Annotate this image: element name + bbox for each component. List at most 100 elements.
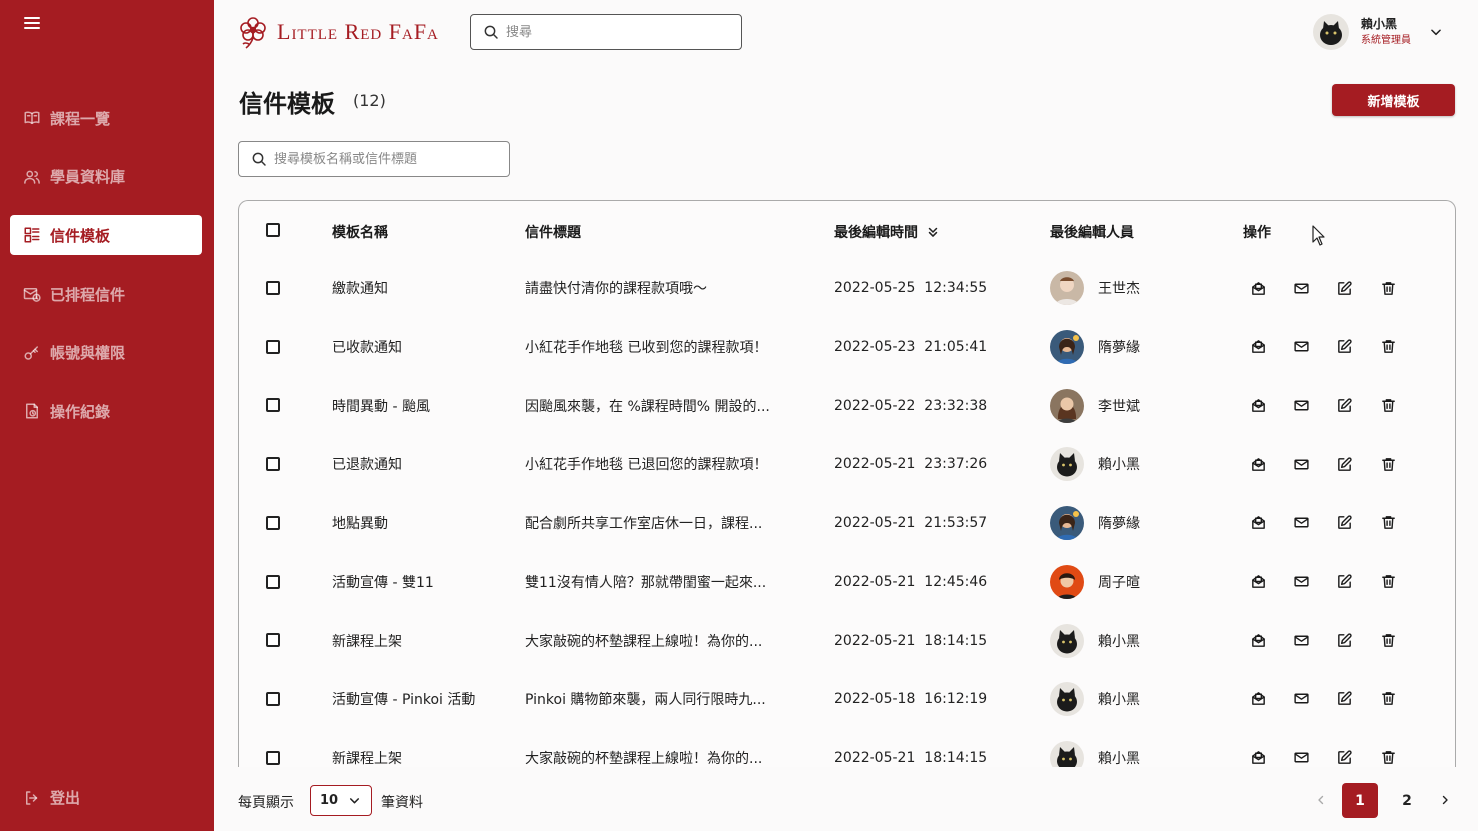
preview-mail-button[interactable]	[1247, 277, 1269, 299]
mail-subject: Pinkoi 購物節來襲，兩人同行限時九...	[525, 692, 766, 709]
editor-name: 賴小黑	[1098, 750, 1140, 767]
table-row[interactable]: 繳款通知 請盡快付清你的課程款項哦～ 2022-05-25 12:34:55 王世杰	[239, 259, 1455, 318]
edited-date: 2022-05-23	[834, 339, 916, 356]
edit-button[interactable]	[1333, 629, 1355, 651]
last-editor: 周子暄	[1050, 553, 1140, 612]
per-page-label: 每頁顯示	[238, 795, 294, 811]
template-name[interactable]: 繳款通知	[332, 259, 388, 318]
preview-mail-button[interactable]	[1247, 394, 1269, 416]
send-mail-button[interactable]	[1290, 629, 1312, 651]
template-name[interactable]: 已收款通知	[332, 318, 402, 377]
trash-button[interactable]	[1377, 629, 1399, 651]
template-name[interactable]: 地點異動	[332, 494, 388, 553]
preview-mail-button[interactable]	[1247, 453, 1269, 475]
edit-button[interactable]	[1333, 336, 1355, 358]
trash-button[interactable]	[1377, 747, 1399, 767]
trash-button[interactable]	[1377, 688, 1399, 710]
preview-mail-button[interactable]	[1247, 571, 1269, 593]
global-search-input[interactable]	[506, 24, 716, 40]
add-template-button[interactable]: 新增模板	[1332, 84, 1455, 116]
last-edited-time: 2022-05-18 16:12:19	[834, 670, 987, 729]
sidebar-item-book[interactable]: 課程一覽	[10, 98, 202, 138]
row-checkbox[interactable]	[266, 750, 280, 765]
page-button-1[interactable]: 1	[1342, 783, 1378, 818]
send-mail-button[interactable]	[1290, 571, 1312, 593]
chevron-down-icon[interactable]	[1429, 25, 1443, 39]
trash-button[interactable]	[1377, 453, 1399, 475]
per-page-select[interactable]: 10	[310, 785, 372, 816]
page-button-2[interactable]: 2	[1389, 783, 1425, 818]
edit-button[interactable]	[1333, 394, 1355, 416]
avatar	[1050, 623, 1084, 658]
send-mail-button[interactable]	[1290, 688, 1312, 710]
send-mail-button[interactable]	[1290, 277, 1312, 299]
column-header-actions: 操作	[1243, 225, 1271, 241]
template-name[interactable]: 新課程上架	[332, 729, 402, 767]
row-checkbox[interactable]	[266, 691, 280, 706]
global-search[interactable]	[470, 14, 742, 50]
trash-button[interactable]	[1377, 571, 1399, 593]
table-row[interactable]: 活動宣傳 - Pinkoi 活動 Pinkoi 購物節來襲，兩人同行限時九... 2…	[239, 670, 1455, 729]
send-mail-button[interactable]	[1290, 512, 1312, 534]
row-checkbox[interactable]	[266, 633, 280, 648]
preview-mail-button[interactable]	[1247, 512, 1269, 534]
template-name[interactable]: 新課程上架	[332, 611, 402, 670]
preview-mail-button[interactable]	[1247, 688, 1269, 710]
sidebar-item-users[interactable]: 學員資料庫	[10, 157, 202, 197]
prev-page-button[interactable]	[1312, 789, 1330, 811]
logout-button[interactable]: 登出	[23, 787, 80, 808]
row-checkbox[interactable]	[266, 281, 280, 295]
send-mail-icon	[1293, 752, 1309, 763]
row-checkbox[interactable]	[266, 398, 280, 413]
sort-descending-icon[interactable]	[926, 225, 940, 239]
edit-button[interactable]	[1333, 512, 1355, 534]
template-name[interactable]: 時間異動 - 颱風	[332, 376, 430, 435]
send-mail-icon	[1293, 341, 1309, 352]
trash-button[interactable]	[1377, 512, 1399, 534]
row-checkbox[interactable]	[266, 339, 280, 354]
sidebar-item-template[interactable]: 信件模板	[10, 215, 202, 256]
preview-mail-button[interactable]	[1247, 336, 1269, 358]
trash-button[interactable]	[1377, 394, 1399, 416]
mail-subject: 大家敲碗的杯墊課程上線啦！為你的...	[525, 750, 763, 767]
trash-button[interactable]	[1377, 336, 1399, 358]
table-row[interactable]: 已收款通知 小紅花手作地毯 已收到您的課程款項！ 2022-05-23 21:05:…	[239, 318, 1455, 377]
table-row[interactable]: 已退款通知 小紅花手作地毯 已退回您的課程款項！ 2022-05-21 23:37:…	[239, 435, 1455, 494]
send-mail-button[interactable]	[1290, 394, 1312, 416]
send-mail-button[interactable]	[1290, 747, 1312, 767]
send-mail-button[interactable]	[1290, 453, 1312, 475]
send-mail-button[interactable]	[1290, 336, 1312, 358]
row-checkbox[interactable]	[266, 515, 280, 530]
column-header-edited-at[interactable]: 最後編輯時間	[834, 222, 940, 242]
table-row[interactable]: 活動宣傳 - 雙11 雙11沒有情人陪？那就帶閨蜜一起來... 2022-05-21…	[239, 553, 1455, 612]
template-name[interactable]: 活動宣傳 - 雙11	[332, 553, 434, 612]
brand-logo[interactable]: Little Red FaFa	[237, 14, 439, 50]
template-name[interactable]: 活動宣傳 - Pinkoi 活動	[332, 670, 475, 729]
table-row[interactable]: 地點異動 配合劇所共享工作室店休一日，課程... 2022-05-21 21:53:…	[239, 494, 1455, 553]
user-name: 賴小黑	[1361, 17, 1398, 32]
table-row[interactable]: 新課程上架 大家敲碗的杯墊課程上線啦！為你的... 2022-05-21 18:14…	[239, 611, 1455, 670]
trash-button[interactable]	[1377, 277, 1399, 299]
edit-button[interactable]	[1333, 688, 1355, 710]
sidebar-item-scheduled-mail[interactable]: 已排程信件	[10, 274, 202, 314]
next-page-button[interactable]	[1436, 789, 1454, 811]
sidebar-item-label: 已排程信件	[50, 285, 126, 304]
template-name[interactable]: 已退款通知	[332, 435, 402, 494]
edit-button[interactable]	[1333, 747, 1355, 767]
template-search[interactable]	[238, 141, 510, 177]
preview-mail-button[interactable]	[1247, 629, 1269, 651]
sidebar-item-key[interactable]: 帳號與權限	[10, 333, 202, 373]
hamburger-menu-icon[interactable]	[24, 17, 40, 31]
row-checkbox[interactable]	[266, 457, 280, 472]
edit-button[interactable]	[1333, 571, 1355, 593]
table-row[interactable]: 新課程上架 大家敲碗的杯墊課程上線啦！為你的... 2022-05-21 18:14…	[239, 729, 1455, 767]
user-menu[interactable]: 賴小黑 系統管理員	[1313, 14, 1443, 50]
edit-button[interactable]	[1333, 277, 1355, 299]
select-all-checkbox[interactable]	[266, 223, 280, 237]
template-search-input[interactable]	[274, 151, 484, 167]
preview-mail-button[interactable]	[1247, 747, 1269, 767]
row-checkbox[interactable]	[266, 574, 280, 589]
sidebar-item-log[interactable]: 操作紀錄	[10, 391, 202, 431]
edit-button[interactable]	[1333, 453, 1355, 475]
table-row[interactable]: 時間異動 - 颱風 因颱風來襲，在 %課程時間% 開設的... 2022-05-22…	[239, 376, 1455, 435]
